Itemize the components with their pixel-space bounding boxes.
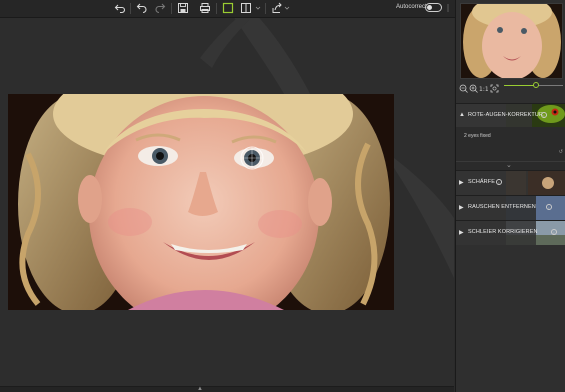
section-red-eye-correction[interactable]: ▲ ROTE-AUGEN-KORREKTUR i — [456, 103, 565, 128]
more-options-icon[interactable] — [446, 1, 455, 15]
chevron-down-icon[interactable] — [254, 1, 262, 15]
zoom-slider-handle[interactable] — [533, 82, 540, 88]
red-eye-panel-body: 2 eyes fixed ↺ — [456, 127, 565, 161]
photo-main[interactable] — [8, 94, 394, 310]
chevron-down-icon: ▲ — [459, 112, 465, 118]
navigator-thumbnail[interactable] — [460, 3, 563, 79]
autocorrect-toggle[interactable] — [425, 3, 442, 12]
autocorrect-label: Autocorrect — [396, 4, 427, 10]
section-sharpness[interactable]: ▶ SCHÄRFE i — [456, 170, 565, 195]
zoom-slider[interactable] — [504, 82, 563, 88]
section-title: SCHÄRFE — [468, 179, 495, 185]
info-icon[interactable]: i — [496, 179, 502, 185]
panel-collapse-handle[interactable]: ⌄ — [456, 161, 565, 170]
redo-icon[interactable] — [153, 1, 167, 15]
section-title: RAUSCHEN ENTFERNEN — [468, 204, 536, 210]
zoom-fit-icon[interactable] — [490, 80, 499, 93]
adjustment-panel: 1:1 ▲ ROTE-AUGEN-KORREKTUR i 2 eyes fixe… — [455, 0, 565, 392]
info-icon[interactable]: i — [551, 229, 557, 235]
chevron-down-icon[interactable] — [283, 1, 291, 15]
section-noise-removal[interactable]: ▶ RAUSCHEN ENTFERNEN i — [456, 195, 565, 220]
zoom-out-icon[interactable] — [459, 80, 468, 93]
share-export-icon[interactable] — [270, 1, 284, 15]
zoom-controls: 1:1 — [459, 79, 565, 93]
image-canvas[interactable]: ▲ — [0, 18, 454, 392]
undo-step-icon[interactable] — [135, 1, 149, 15]
red-eye-status: 2 eyes fixed — [464, 133, 491, 139]
save-icon[interactable] — [176, 1, 190, 15]
info-icon[interactable]: i — [546, 204, 552, 210]
chevron-right-icon: ▶ — [459, 205, 464, 211]
zoom-in-icon[interactable] — [469, 80, 478, 93]
svg-text:1:1: 1:1 — [479, 86, 488, 93]
chevron-right-icon: ▶ — [459, 230, 464, 236]
info-icon[interactable]: i — [541, 112, 547, 118]
print-icon[interactable] — [198, 1, 212, 15]
zoom-actual-size-icon[interactable]: 1:1 — [479, 80, 489, 93]
undo-icon[interactable] — [113, 1, 127, 15]
chevron-right-icon: ▶ — [459, 180, 464, 186]
section-dehaze[interactable]: ▶ SCHLEIER KORRIGIEREN i — [456, 220, 565, 245]
section-title: SCHLEIER KORRIGIEREN — [468, 229, 538, 235]
reset-link[interactable]: ↺ — [559, 149, 563, 155]
filmstrip-handle[interactable]: ▲ — [0, 386, 454, 392]
crop-frame-icon[interactable] — [221, 1, 235, 15]
section-title: ROTE-AUGEN-KORREKTUR — [468, 112, 544, 118]
compare-view-icon[interactable] — [239, 1, 253, 15]
chevron-up-icon: ▲ — [197, 386, 203, 392]
chevron-down-icon: ⌄ — [506, 162, 512, 169]
